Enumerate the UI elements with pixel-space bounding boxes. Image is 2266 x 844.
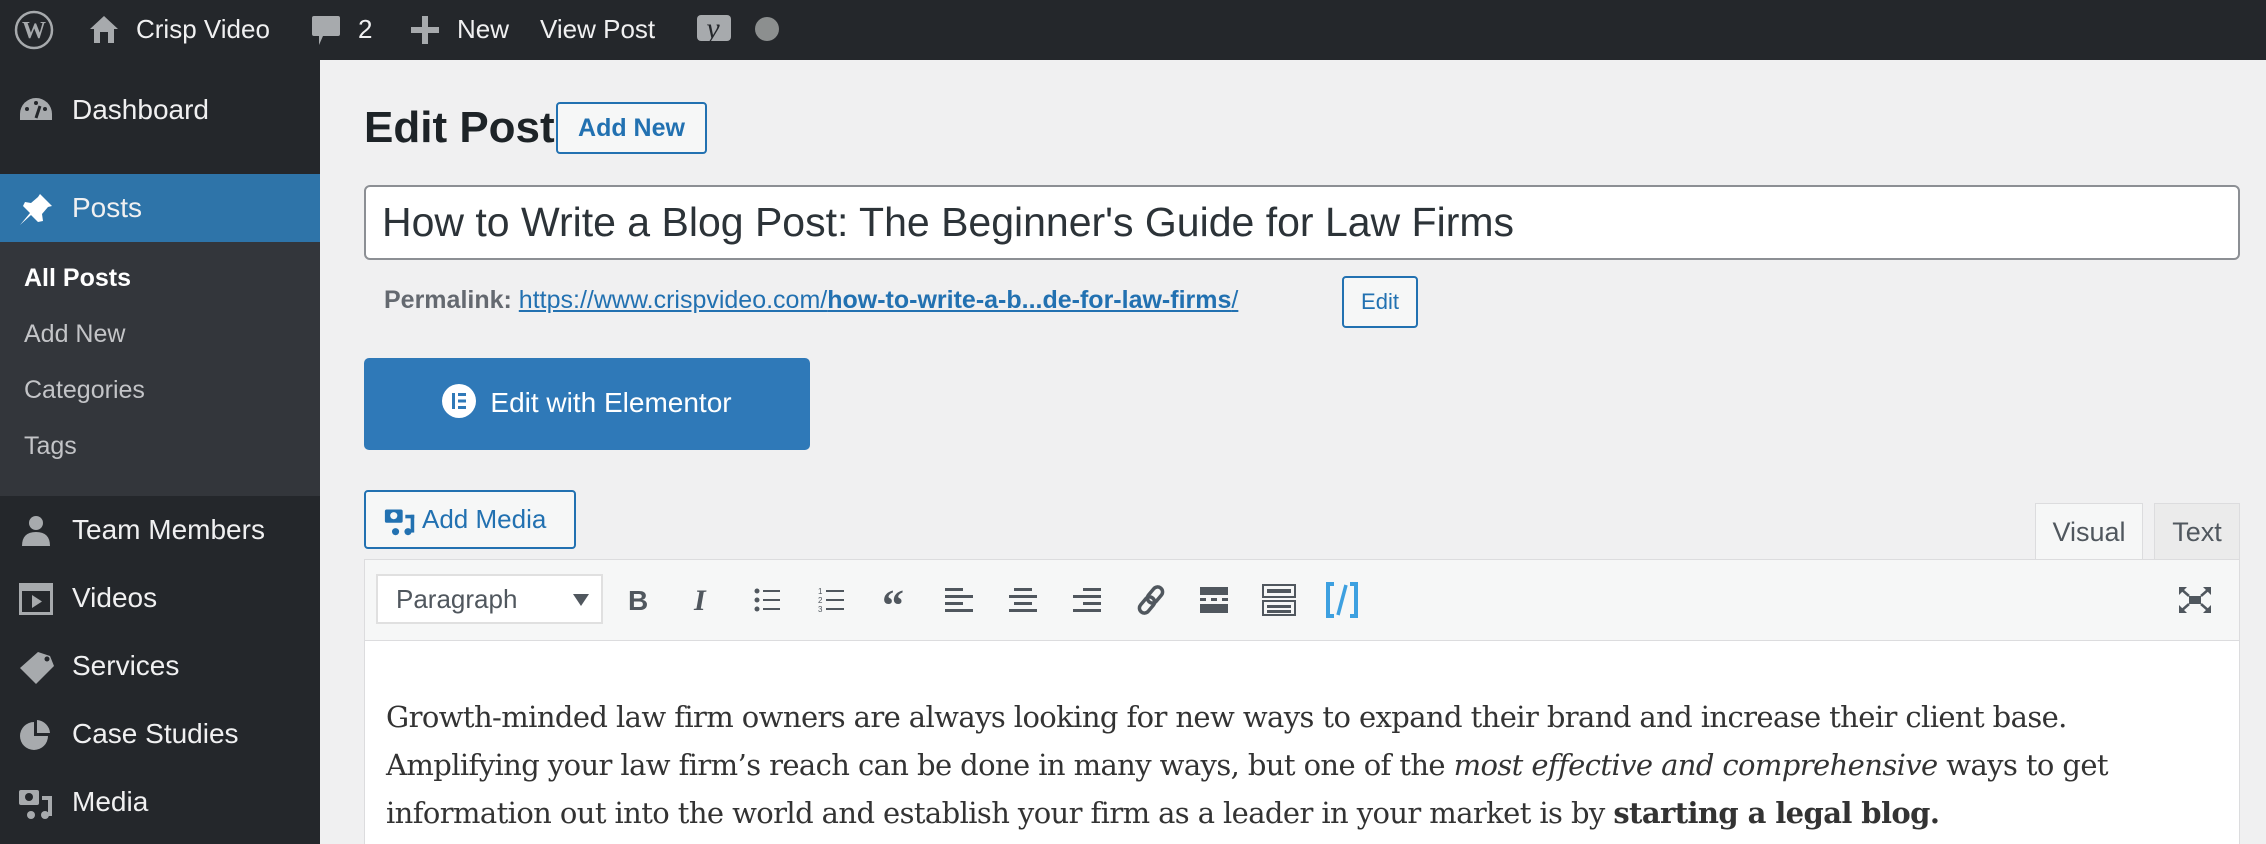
add-new-post-button[interactable]: Add New (556, 102, 707, 154)
bulleted-list-icon (754, 588, 780, 612)
sidebar-item-label: Dashboard (72, 94, 209, 125)
format-select[interactable]: Paragraph (376, 574, 603, 624)
align-left-icon (945, 588, 973, 612)
format-select-value: Paragraph (396, 584, 518, 614)
svg-text:2: 2 (818, 596, 823, 605)
elementor-icon (442, 384, 477, 419)
bulleted-list-button[interactable] (748, 580, 788, 620)
numbered-list-icon: 123 (818, 587, 844, 614)
comment-icon (312, 16, 340, 45)
page-title: Edit Post (364, 103, 555, 152)
svg-text:y: y (703, 12, 720, 45)
sidebar-item-case-studies[interactable]: Case Studies (0, 700, 320, 768)
fullscreen-button[interactable] (2175, 580, 2215, 620)
blockquote-icon: “ (882, 586, 904, 614)
sidebar-item-label: Team Members (72, 514, 265, 545)
edit-with-elementor-button[interactable]: Edit with Elementor (364, 358, 810, 450)
media-icon (384, 509, 415, 536)
read-more-button[interactable] (1194, 580, 1234, 620)
submenu-tags[interactable]: Tags (24, 432, 77, 461)
elementor-label: Edit with Elementor (490, 386, 732, 418)
shortcode-button[interactable] (1322, 580, 1362, 620)
post-title-input[interactable] (364, 185, 2240, 260)
permalink-row: Permalink: https://www.crispvideo.com/ho… (384, 282, 1238, 318)
add-media-label: Add Media (422, 504, 547, 534)
wordpress-logo-icon[interactable]: W (14, 10, 54, 50)
shortcode-icon (1326, 582, 1358, 618)
align-center-icon (1009, 588, 1037, 612)
tab-text[interactable]: Text (2154, 503, 2240, 560)
svg-text:1: 1 (818, 587, 823, 596)
chevron-down-icon (573, 594, 589, 606)
yoast-icon[interactable]: y (696, 8, 732, 50)
new-content-link[interactable]: New (457, 0, 509, 60)
sidebar-item-label: Case Studies (72, 718, 239, 749)
comments-count[interactable]: 2 (358, 0, 372, 60)
home-icon (90, 16, 118, 43)
dashboard-icon (20, 98, 52, 120)
sidebar-item-posts[interactable]: Posts (0, 174, 320, 242)
keyboard-icon (1262, 584, 1296, 616)
submenu-add-new[interactable]: Add New (24, 320, 125, 349)
edit-permalink-button[interactable]: Edit (1342, 276, 1418, 328)
align-right-button[interactable] (1067, 580, 1107, 620)
fullscreen-icon (2179, 587, 2211, 613)
permalink-link[interactable]: https://www.crispvideo.com/how-to-write-… (519, 286, 1239, 314)
align-right-icon (1073, 588, 1101, 612)
toolbar-toggle-button[interactable] (1259, 580, 1299, 620)
user-icon (22, 516, 50, 546)
svg-text:3: 3 (818, 605, 823, 614)
pin-icon (20, 194, 52, 225)
svg-text:“: “ (882, 586, 904, 614)
svg-text:W: W (22, 18, 46, 44)
post-content-paragraph: Growth-minded law firm owners are always… (386, 693, 2226, 837)
italic-icon: I (693, 586, 707, 614)
status-dot-icon (755, 17, 779, 41)
content-bold-text: starting a legal blog. (1613, 796, 1940, 830)
permalink-label: Permalink: (384, 286, 512, 314)
link-icon (1137, 585, 1165, 615)
permalink-trailing: / (1231, 286, 1239, 314)
sidebar-item-label: Videos (72, 582, 158, 613)
submenu-all-posts[interactable]: All Posts (24, 264, 131, 293)
italic-button[interactable]: I (683, 580, 723, 620)
media-icon (19, 790, 52, 819)
permalink-base: https://www.crispvideo.com/ (518, 286, 828, 314)
site-name-link[interactable]: Crisp Video (136, 0, 270, 60)
align-center-button[interactable] (1003, 580, 1043, 620)
bold-icon: B (628, 586, 648, 614)
permalink-slug: how-to-write-a-b...de-for-law-firms (827, 286, 1232, 314)
content-italic-text: most effective and comprehensive (1453, 748, 1939, 782)
sidebar-item-media[interactable]: Media (0, 768, 320, 836)
insert-link-button[interactable] (1131, 580, 1171, 620)
tab-visual[interactable]: Visual (2035, 503, 2143, 561)
admin-bar: W Crisp Video 2 New View Post y (0, 0, 2266, 60)
pie-chart-icon (20, 720, 50, 750)
sidebar-item-videos[interactable]: Videos (0, 564, 320, 632)
editor-content-area[interactable]: Growth-minded law firm owners are always… (364, 641, 2240, 844)
read-more-icon (1200, 587, 1228, 613)
bold-button[interactable]: B (618, 580, 658, 620)
blockquote-button[interactable]: “ (877, 580, 917, 620)
svg-text:B: B (628, 586, 648, 614)
plus-icon (411, 16, 439, 44)
sidebar-item-label: Posts (72, 192, 143, 223)
editor-toolbar: Paragraph B I 123 “ (364, 559, 2240, 641)
sidebar-item-services[interactable]: Services (0, 632, 320, 700)
posts-submenu: All Posts Add New Categories Tags (0, 242, 320, 496)
video-icon (19, 583, 53, 615)
sidebar-item-label: Media (72, 786, 149, 817)
svg-text:I: I (693, 586, 707, 614)
sidebar-item-label: Services (72, 650, 180, 681)
sidebar-item-team-members[interactable]: Team Members (0, 496, 320, 564)
add-media-button[interactable]: Add Media (364, 490, 576, 549)
submenu-categories[interactable]: Categories (24, 376, 145, 405)
admin-sidebar: Dashboard Posts All Posts Add New Catego… (0, 60, 320, 844)
numbered-list-button[interactable]: 123 (812, 580, 852, 620)
tag-icon (20, 652, 54, 684)
view-post-link[interactable]: View Post (540, 0, 655, 60)
sidebar-item-dashboard[interactable]: Dashboard (0, 76, 320, 144)
align-left-button[interactable] (939, 580, 979, 620)
